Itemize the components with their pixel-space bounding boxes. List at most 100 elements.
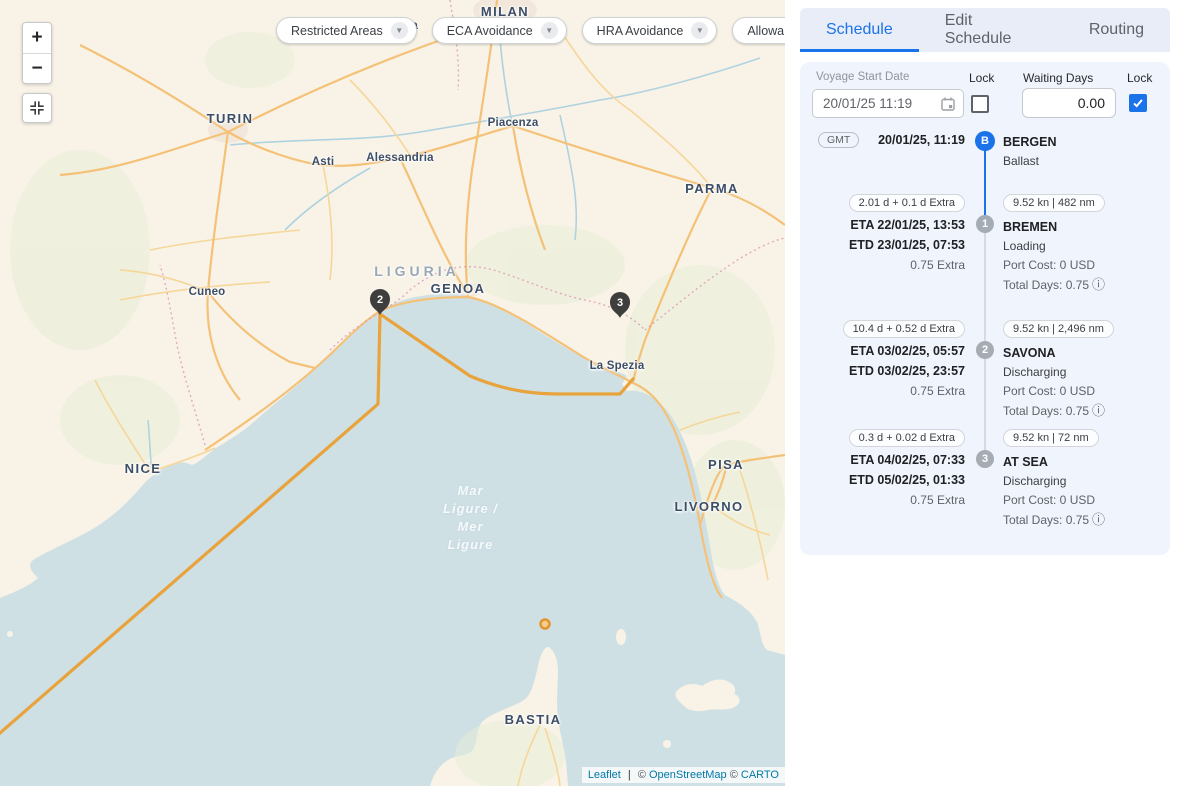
dropdown-label: Allowance (747, 24, 785, 38)
info-icon[interactable]: ⓘ (1092, 277, 1105, 292)
port-name: AT SEA (1003, 453, 1161, 472)
lock-start-date-checkbox[interactable] (971, 95, 989, 113)
total-days: Total Days: 0.75ⓘ (1003, 510, 1161, 530)
leg-speed-row: 9.52 kn | 482 nm (1003, 193, 1161, 212)
eta-value: ETA 03/02/25, 05:57 (812, 341, 965, 361)
eta-value: ETA 22/01/25, 13:53 (812, 215, 965, 235)
chevron-down-icon: ▼ (691, 22, 708, 39)
map-label-asti: Asti (312, 156, 335, 168)
extra-days: 0.75 Extra (812, 490, 965, 510)
panel-tabs: Schedule Edit Schedule Routing (800, 8, 1170, 52)
eta-value: ETA 04/02/25, 07:33 (812, 450, 965, 470)
osm-link[interactable]: OpenStreetMap (649, 769, 727, 781)
dropdown-allowance[interactable]: Allowance ▼ (732, 17, 785, 44)
port-name: SAVONA (1003, 344, 1161, 363)
waiting-days-label: Waiting Days (1023, 71, 1093, 85)
tab-edit-schedule[interactable]: Edit Schedule (919, 8, 1063, 52)
leg-times-block: ETA 03/02/25, 05:57 ETD 03/02/25, 23:57 … (812, 341, 965, 401)
timeline-marker-1[interactable]: 1 (976, 215, 994, 233)
calendar-icon[interactable] (940, 96, 956, 112)
port-activity: Discharging (1003, 472, 1161, 491)
tab-schedule[interactable]: Schedule (800, 8, 919, 52)
leg-speed-distance-pill: 9.52 kn | 482 nm (1003, 194, 1105, 212)
port-call-block: SAVONA Discharging Port Cost: 0 USD Tota… (1003, 344, 1161, 421)
lock-waiting-days-checkbox[interactable] (1129, 94, 1147, 112)
leg-duration-pill: 0.3 d + 0.02 d Extra (849, 429, 965, 447)
port-call-block: AT SEA Discharging Port Cost: 0 USD Tota… (1003, 453, 1161, 530)
pin-2-number: 2 (377, 294, 383, 306)
map-label-livorno: LIVORNO (674, 499, 743, 514)
map-pin-3[interactable]: 3 (610, 292, 630, 318)
info-icon[interactable]: ⓘ (1092, 512, 1105, 527)
zoom-out-button[interactable]: − (23, 53, 51, 83)
timeline-marker-2[interactable]: 2 (976, 341, 994, 359)
map-label-turin: TURIN (207, 111, 254, 126)
total-days: Total Days: 0.75ⓘ (1003, 275, 1161, 295)
pin-3-number: 3 (617, 297, 623, 309)
map-label-cuneo: Cuneo (189, 286, 226, 298)
info-icon[interactable]: ⓘ (1092, 403, 1105, 418)
origin-port-name: BERGEN (1003, 133, 1161, 152)
origin-datetime: 20/01/25, 11:19 (812, 133, 965, 147)
total-days: Total Days: 0.75ⓘ (1003, 401, 1161, 421)
timeline-marker-3[interactable]: 3 (976, 450, 994, 468)
dropdown-restricted-areas[interactable]: Restricted Areas ▼ (276, 17, 417, 44)
port-cost: Port Cost: 0 USD (1003, 256, 1161, 275)
map-label-piacenza: Piacenza (488, 117, 539, 129)
dropdown-label: ECA Avoidance (447, 24, 533, 38)
map-label-liguria: LIGURIA (374, 263, 460, 279)
zoom-in-button[interactable]: + (23, 23, 51, 53)
chevron-down-icon: ▼ (391, 22, 408, 39)
leg-duration-row: 0.3 d + 0.02 d Extra (812, 428, 965, 447)
map-label-nice: NICE (125, 461, 162, 476)
map-label-genoa: GENOA (431, 281, 486, 296)
leaflet-link[interactable]: Leaflet (588, 769, 621, 781)
map-label-pisa: PISA (708, 457, 744, 472)
map[interactable]: 2 3 MILAN Novara TURIN Piacenza Asti Ale… (0, 0, 785, 786)
leg-speed-row: 9.52 kn | 72 nm (1003, 428, 1161, 447)
map-layer-toolbar: Restricted Areas ▼ ECA Avoidance ▼ HRA A… (276, 17, 785, 44)
port-call-block: BREMEN Loading Port Cost: 0 USD Total Da… (1003, 218, 1161, 295)
lock-waiting-days-label: Lock (1127, 71, 1152, 85)
dropdown-hra-avoidance[interactable]: HRA Avoidance ▼ (582, 17, 718, 44)
compress-icon (28, 99, 46, 117)
voyage-start-date-label: Voyage Start Date (816, 71, 909, 83)
port-activity: Discharging (1003, 363, 1161, 382)
zoom-control: + − (22, 22, 52, 84)
origin-port-block: BERGEN Ballast (1003, 133, 1161, 171)
tab-routing[interactable]: Routing (1063, 8, 1170, 52)
port-cost: Port Cost: 0 USD (1003, 491, 1161, 510)
extra-days: 0.75 Extra (812, 381, 965, 401)
leg-speed-row: 9.52 kn | 2,496 nm (1003, 319, 1161, 338)
waypoint-marker[interactable] (541, 620, 550, 629)
port-cost: Port Cost: 0 USD (1003, 382, 1161, 401)
dropdown-eca-avoidance[interactable]: ECA Avoidance ▼ (432, 17, 567, 44)
fit-bounds-button[interactable] (22, 93, 52, 123)
timeline-segment-active (984, 141, 986, 224)
port-activity: Loading (1003, 237, 1161, 256)
schedule-card: Voyage Start Date Lock Waiting Days Lock… (800, 62, 1170, 555)
etd-value: ETD 03/02/25, 23:57 (812, 361, 965, 381)
map-label-bastia: BASTIA (505, 712, 562, 727)
leg-speed-distance-pill: 9.52 kn | 72 nm (1003, 429, 1099, 447)
timeline-marker-origin[interactable]: B (975, 131, 995, 151)
waiting-days-input[interactable] (1022, 88, 1116, 118)
leg-duration-row: 2.01 d + 0.1 d Extra (812, 193, 965, 212)
map-attribution: Leaflet | © OpenStreetMap © CARTO (582, 767, 785, 783)
map-canvas[interactable]: 2 3 (0, 0, 785, 786)
leg-duration-row: 10.4 d + 0.52 d Extra (812, 319, 965, 338)
leg-duration-pill: 2.01 d + 0.1 d Extra (849, 194, 965, 212)
map-label-ligurian-sea: Mar Ligure / Mer Ligure (428, 482, 513, 554)
etd-value: ETD 23/01/25, 07:53 (812, 235, 965, 255)
extra-days: 0.75 Extra (812, 255, 965, 275)
dropdown-label: HRA Avoidance (597, 24, 684, 38)
carto-link[interactable]: CARTO (741, 769, 779, 781)
etd-value: ETD 05/02/25, 01:33 (812, 470, 965, 490)
map-label-la-spezia: La Spezia (590, 360, 645, 372)
chevron-down-icon: ▼ (541, 22, 558, 39)
schedule-panel: Schedule Edit Schedule Routing Voyage St… (800, 0, 1170, 786)
leg-times-block: ETA 04/02/25, 07:33 ETD 05/02/25, 01:33 … (812, 450, 965, 510)
voyage-planner-app: 2 3 MILAN Novara TURIN Piacenza Asti Ale… (0, 0, 1178, 786)
leg-duration-pill: 10.4 d + 0.52 d Extra (843, 320, 965, 338)
lock-start-date-label: Lock (969, 71, 994, 85)
